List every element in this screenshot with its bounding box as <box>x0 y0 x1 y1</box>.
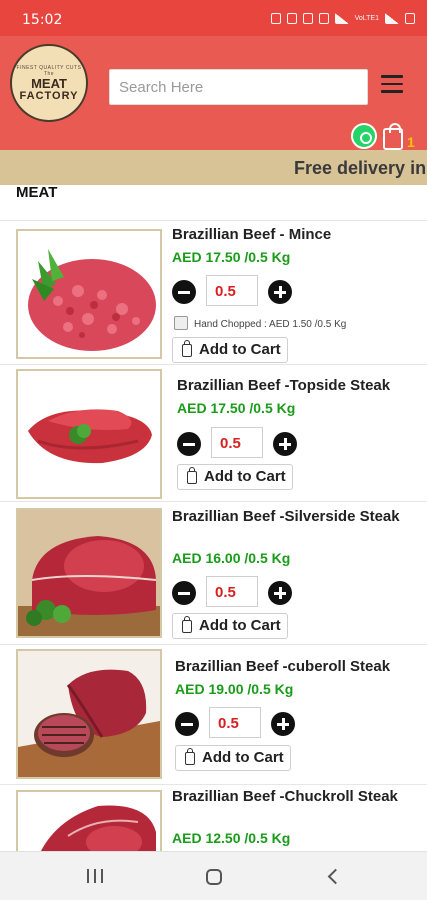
product-name[interactable]: Brazillian Beef - Mince <box>172 225 412 244</box>
cart-count-badge: 1 <box>407 134 415 150</box>
volte-label: VoLTE1 <box>354 15 379 22</box>
product-card: Brazillian Beef - Mince AED 17.50 /0.5 K… <box>0 221 427 365</box>
product-card: Brazillian Beef -cuberoll Steak AED 19.0… <box>0 645 427 785</box>
battery-saver-icon <box>318 13 329 24</box>
product-image[interactable] <box>16 790 162 851</box>
product-name[interactable]: Brazillian Beef -Topside Steak <box>177 376 417 395</box>
banner-text: Free delivery in <box>294 158 427 178</box>
add-to-cart-button[interactable]: Add to Cart <box>177 464 293 490</box>
quantity-input[interactable]: 0.5 <box>206 576 258 607</box>
system-nav-bar <box>0 851 427 900</box>
product-name[interactable]: Brazillian Beef -Chuckroll Steak <box>172 787 412 806</box>
hand-chopped-label: Hand Chopped : AED 1.50 /0.5 Kg <box>194 319 347 330</box>
whatsapp-icon[interactable] <box>351 123 377 149</box>
quantity-input[interactable]: 0.5 <box>209 707 261 738</box>
add-to-cart-button[interactable]: Add to Cart <box>172 337 288 363</box>
back-icon[interactable] <box>327 868 344 885</box>
status-icons: VoLTE1 <box>270 13 415 24</box>
wifi-icon <box>334 13 349 24</box>
minus-circle-icon[interactable] <box>175 712 199 736</box>
promo-banner: Free delivery in <box>0 150 427 185</box>
product-price: AED 17.50 /0.5 Kg <box>172 249 291 265</box>
plus-circle-icon[interactable] <box>271 712 295 736</box>
product-image[interactable] <box>16 229 162 359</box>
status-bar: 15:02 VoLTE1 <box>0 0 427 36</box>
battery-icon <box>405 13 415 24</box>
bluetooth-icon <box>286 13 297 24</box>
meat-factory-logo[interactable]: FINEST QUALITY CUTS The MEAT FACTORY <box>10 44 88 122</box>
logo-factory: FACTORY <box>19 89 79 102</box>
add-to-cart-label: Add to Cart <box>199 341 281 358</box>
plus-circle-icon[interactable] <box>273 432 297 456</box>
shopping-bag-icon[interactable] <box>383 123 403 150</box>
minus-circle-icon[interactable] <box>172 280 196 304</box>
add-to-cart-button[interactable]: Add to Cart <box>172 613 288 639</box>
signal-icon <box>385 13 399 24</box>
shopping-bag-icon <box>187 467 197 484</box>
add-to-cart-label: Add to Cart <box>202 749 284 766</box>
minus-circle-icon[interactable] <box>177 432 201 456</box>
product-price: AED 19.00 /0.5 Kg <box>175 681 294 697</box>
alarm-icon <box>270 13 281 24</box>
product-card: Brazillian Beef -Topside Steak AED 17.50… <box>0 365 427 502</box>
product-card: Brazillian Beef -Silverside Steak AED 16… <box>0 502 427 645</box>
shopping-bag-icon <box>185 748 195 765</box>
search-input[interactable]: Search Here <box>109 69 368 105</box>
product-image[interactable] <box>16 649 162 779</box>
add-to-cart-label: Add to Cart <box>199 617 281 634</box>
app-header: FINEST QUALITY CUTS The MEAT FACTORY Sea… <box>0 36 427 150</box>
hamburger-menu-icon[interactable] <box>381 75 403 93</box>
status-time: 15:02 <box>22 12 63 28</box>
product-image[interactable] <box>16 508 162 638</box>
minus-circle-icon[interactable] <box>172 581 196 605</box>
hand-chopped-checkbox[interactable] <box>174 316 188 330</box>
add-to-cart-label: Add to Cart <box>204 468 286 485</box>
product-price: AED 12.50 /0.5 Kg <box>172 830 291 846</box>
product-image[interactable] <box>16 369 162 499</box>
product-price: AED 16.00 /0.5 Kg <box>172 550 291 566</box>
quantity-input[interactable]: 0.5 <box>206 275 258 306</box>
mute-icon <box>302 13 313 24</box>
product-name[interactable]: Brazillian Beef -Silverside Steak <box>172 507 412 526</box>
shopping-bag-icon <box>182 340 192 357</box>
plus-circle-icon[interactable] <box>268 581 292 605</box>
shopping-bag-icon <box>182 616 192 633</box>
home-icon[interactable] <box>206 869 222 885</box>
product-name[interactable]: Brazillian Beef -cuberoll Steak <box>175 657 415 676</box>
product-price: AED 17.50 /0.5 Kg <box>177 400 296 416</box>
recents-icon[interactable] <box>87 869 103 885</box>
product-card: Brazillian Beef -Chuckroll Steak AED 12.… <box>0 785 427 851</box>
plus-circle-icon[interactable] <box>268 280 292 304</box>
section-title: MEAT <box>16 184 58 201</box>
quantity-input[interactable]: 0.5 <box>211 427 263 458</box>
logo-meat: MEAT <box>31 75 67 91</box>
add-to-cart-button[interactable]: Add to Cart <box>175 745 291 771</box>
